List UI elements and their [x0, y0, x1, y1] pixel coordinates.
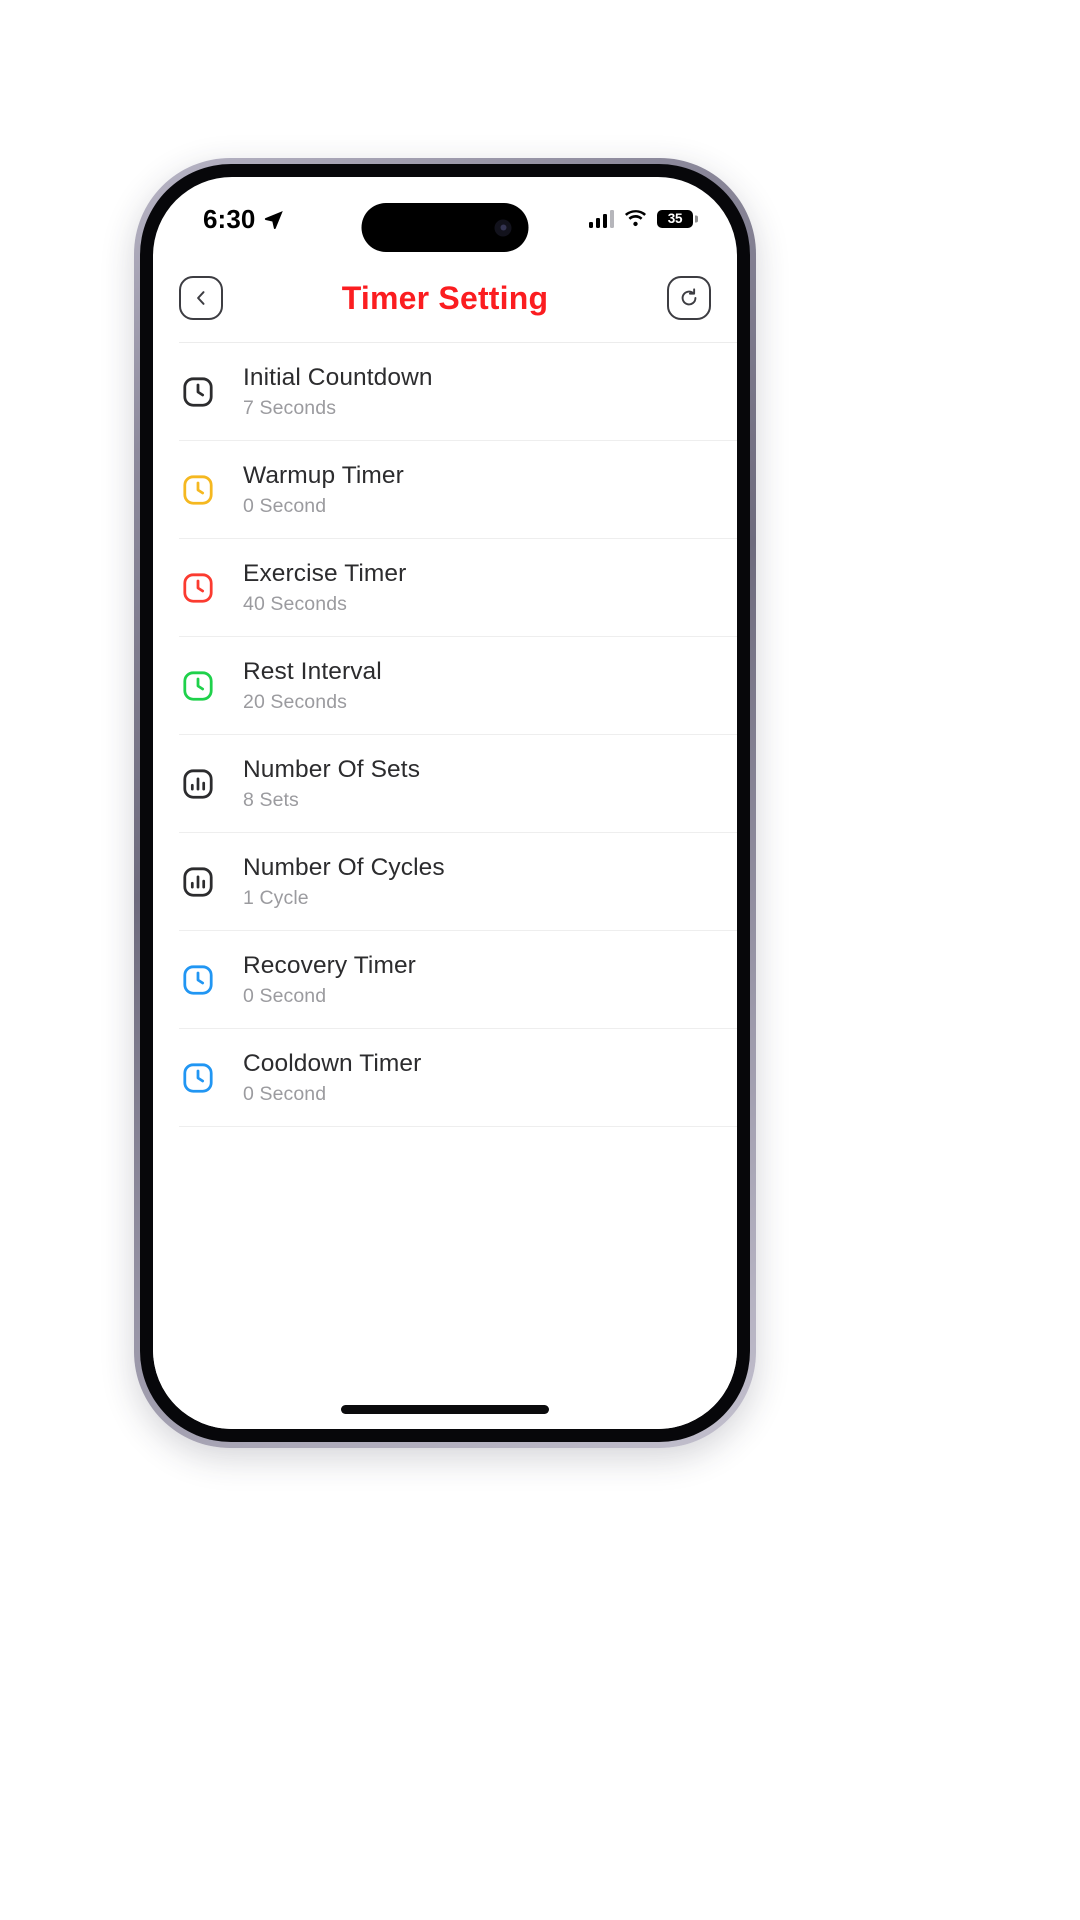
clock-icon: [183, 965, 213, 995]
setting-row-text: Exercise Timer 40 Seconds: [243, 560, 406, 616]
clock-icon: [179, 961, 217, 999]
setting-row-text: Rest Interval 20 Seconds: [243, 658, 382, 714]
setting-row[interactable]: Number Of Sets 8 Sets: [153, 735, 737, 833]
bar-chart-icon: [183, 769, 213, 799]
status-bar-time: 6:30: [203, 203, 256, 234]
setting-row-text: Initial Countdown 7 Seconds: [243, 364, 433, 420]
reset-circular-arrow-icon: [681, 288, 697, 306]
setting-row-title: Exercise Timer: [243, 560, 407, 587]
back-button[interactable]: [179, 276, 223, 320]
setting-row-text: Recovery Timer 0 Second: [243, 952, 416, 1008]
setting-row-value: 1 Cycle: [243, 887, 309, 909]
navigation-bar: Timer Setting: [153, 253, 737, 343]
setting-row[interactable]: Exercise Timer 40 Seconds: [153, 539, 737, 637]
setting-row-title: Recovery Timer: [243, 952, 416, 979]
dynamic-island: [361, 203, 529, 252]
clock-icon: [179, 1059, 217, 1097]
setting-row-title: Number Of Sets: [243, 756, 421, 783]
phone-device-frame: 6:30 35 Timer Setting Initial Countdown …: [134, 158, 756, 1448]
setting-row-value: 0 Second: [243, 985, 327, 1007]
setting-row-text: Number Of Sets 8 Sets: [243, 756, 420, 812]
setting-row-text: Warmup Timer 0 Second: [243, 462, 404, 518]
clock-icon: [179, 471, 217, 509]
cellular-signal-icon: [588, 210, 614, 228]
setting-row-title: Initial Countdown: [243, 364, 433, 391]
setting-row-text: Number Of Cycles 1 Cycle: [243, 854, 445, 910]
setting-row-value: 0 Second: [243, 1083, 327, 1105]
setting-row[interactable]: Cooldown Timer 0 Second: [153, 1029, 737, 1127]
phone-screen: 6:30 35 Timer Setting Initial Countdown …: [153, 177, 737, 1429]
screenshot-canvas: 6:30 35 Timer Setting Initial Countdown …: [0, 0, 1080, 1920]
row-separator: [179, 1126, 737, 1127]
bar-chart-icon: [179, 863, 217, 901]
setting-row-title: Number Of Cycles: [243, 854, 445, 881]
battery-level-label: 35: [667, 211, 683, 227]
setting-row-title: Cooldown Timer: [243, 1050, 422, 1077]
bar-chart-icon: [183, 867, 213, 897]
setting-row-value: 20 Seconds: [243, 691, 347, 713]
setting-row-value: 8 Sets: [243, 789, 299, 811]
location-arrow-icon: [265, 210, 284, 229]
setting-row[interactable]: Recovery Timer 0 Second: [153, 931, 737, 1029]
phone-bezel: 6:30 35 Timer Setting Initial Countdown …: [140, 164, 750, 1442]
clock-icon: [183, 377, 213, 407]
clock-icon: [179, 373, 217, 411]
clock-icon: [183, 671, 213, 701]
bar-chart-icon: [179, 765, 217, 803]
reset-button[interactable]: [667, 276, 711, 320]
clock-icon: [183, 475, 213, 505]
page-title: Timer Setting: [341, 279, 549, 316]
timer-settings-list: Initial Countdown 7 Seconds Warmup Timer 0 …: [153, 343, 737, 1429]
setting-row[interactable]: Warmup Timer 0 Second: [153, 441, 737, 539]
clock-icon: [179, 569, 217, 607]
home-indicator[interactable]: [341, 1405, 549, 1414]
wifi-icon: [624, 209, 647, 226]
setting-row-title: Rest Interval: [243, 658, 382, 685]
setting-row-value: 0 Second: [243, 495, 327, 517]
clock-icon: [179, 667, 217, 705]
clock-icon: [183, 573, 213, 603]
setting-row-value: 7 Seconds: [243, 397, 337, 419]
setting-row[interactable]: Number Of Cycles 1 Cycle: [153, 833, 737, 931]
front-camera-icon: [494, 219, 512, 236]
battery-icon: 35: [657, 210, 693, 228]
status-bar-right: 35: [588, 202, 693, 229]
setting-row-text: Cooldown Timer 0 Second: [243, 1050, 421, 1106]
setting-row-value: 40 Seconds: [243, 593, 347, 615]
status-bar-left: 6:30: [203, 196, 285, 235]
setting-row-title: Warmup Timer: [243, 462, 404, 489]
chevron-left-icon: [197, 291, 205, 305]
setting-row[interactable]: Initial Countdown 7 Seconds: [153, 343, 737, 441]
setting-row[interactable]: Rest Interval 20 Seconds: [153, 637, 737, 735]
clock-icon: [183, 1063, 213, 1093]
